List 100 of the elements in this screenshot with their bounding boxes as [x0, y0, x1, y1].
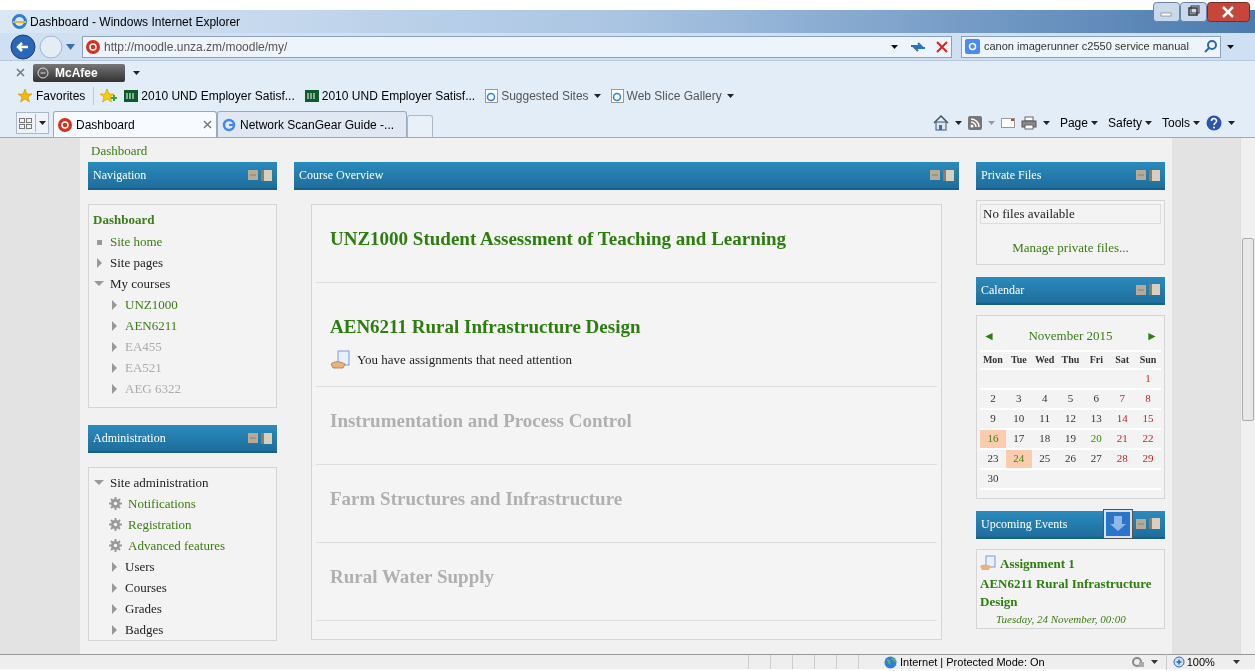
tree-heading-link[interactable]: Dashboard [89, 209, 276, 231]
course-title-link[interactable]: UNZ1000 Student Assessment of Teaching and Learning [330, 225, 937, 254]
calendar-day[interactable]: 20 [1083, 429, 1110, 448]
calendar-day[interactable]: 3 [1005, 389, 1032, 408]
calendar-day[interactable]: 5 [1057, 389, 1084, 408]
add-favorite-icon[interactable] [100, 89, 119, 103]
mail-icon[interactable] [1000, 118, 1015, 128]
tree-item[interactable]: Site pages [110, 252, 164, 273]
dock-icon[interactable] [1149, 169, 1160, 181]
calendar-day[interactable]: 25 [1031, 449, 1058, 468]
browser-tab[interactable]: Dashboard [53, 111, 217, 137]
browser-tab[interactable]: Network ScanGear Guide -... [217, 111, 407, 137]
collapsed-arrow-icon[interactable] [109, 383, 119, 394]
calendar-day[interactable]: 19 [1057, 429, 1084, 448]
calendar-day[interactable]: 10 [1005, 409, 1032, 428]
collapsed-arrow-icon[interactable] [109, 624, 119, 635]
caret-icon[interactable] [954, 121, 962, 125]
caret-icon[interactable] [1227, 44, 1234, 49]
course-link[interactable]: AEN6211 Rural Infrastructure Design [980, 575, 1161, 611]
collapsed-arrow-icon[interactable] [109, 341, 119, 352]
calendar-day[interactable]: 8 [1135, 389, 1161, 408]
calendar-day[interactable]: 30 [980, 469, 1006, 488]
calendar-day[interactable]: 1 [1135, 369, 1161, 388]
tree-item[interactable]: Advanced features [128, 535, 226, 556]
tree-item[interactable]: Registration [128, 514, 192, 535]
calendar-day[interactable]: 28 [1109, 449, 1136, 468]
minimize-icon[interactable] [1153, 2, 1180, 22]
tree-item[interactable]: Site home [110, 231, 163, 252]
dock-icon[interactable] [943, 169, 954, 181]
new-tab-button[interactable] [407, 115, 433, 137]
favorite-link[interactable]: 2010 UND Employer Satisf... [304, 87, 476, 105]
tree-item[interactable]: Courses [125, 577, 167, 598]
calendar-day[interactable]: 15 [1135, 409, 1161, 428]
home-icon[interactable] [932, 115, 949, 131]
search-icon[interactable] [1204, 40, 1217, 53]
tree-item[interactable]: Badges [125, 619, 164, 640]
stop-icon[interactable] [936, 40, 948, 53]
tree-item[interactable]: Notifications [128, 493, 196, 514]
tree-item[interactable]: Users [125, 556, 155, 577]
scrollbar[interactable] [1240, 138, 1255, 654]
collapsed-arrow-icon[interactable] [109, 603, 119, 614]
calendar-day[interactable]: 22 [1135, 429, 1161, 448]
tree-item[interactable]: UNZ1000 [125, 294, 178, 315]
calendar-day[interactable]: 6 [1083, 389, 1110, 408]
menu-button[interactable]: Page [1059, 114, 1098, 132]
event-link[interactable]: Assignment 1 [1000, 553, 1075, 573]
collapsed-arrow-icon[interactable] [109, 362, 119, 373]
dock-icon[interactable] [261, 432, 272, 444]
back-icon[interactable] [10, 33, 36, 60]
calendar-day[interactable]: 2 [980, 389, 1006, 408]
address-bar[interactable]: http://moodle.unza.zm/moodle/my/ [82, 35, 952, 58]
collapsed-arrow-icon[interactable] [94, 257, 104, 268]
quick-tabs-button[interactable] [16, 112, 49, 134]
caret-icon[interactable] [1228, 121, 1235, 125]
calendar-day[interactable]: 11 [1031, 409, 1058, 428]
zoom-button[interactable]: 100% [1165, 653, 1215, 671]
manage-files-link[interactable]: Manage private files... [980, 238, 1161, 258]
dropdown-caret-icon[interactable] [891, 44, 898, 49]
gear-lock-icon[interactable] [1130, 656, 1145, 668]
close-tab-icon[interactable] [203, 120, 212, 129]
expanded-arrow-icon[interactable] [94, 278, 104, 289]
restore-icon[interactable] [1180, 2, 1207, 22]
breadcrumb-link[interactable]: Dashboard [80, 138, 1172, 162]
caret-icon[interactable] [133, 70, 140, 75]
course-title-link[interactable]: AEN6211 Rural Infrastructure Design [330, 313, 937, 342]
calendar-day[interactable]: 27 [1083, 449, 1110, 468]
collapsed-arrow-icon[interactable] [109, 299, 119, 310]
calendar-day[interactable]: 4 [1031, 389, 1058, 408]
calendar-day[interactable]: 18 [1031, 429, 1058, 448]
calendar-day[interactable]: 29 [1135, 449, 1161, 468]
calendar-day[interactable]: 26 [1057, 449, 1084, 468]
print-icon[interactable] [1020, 116, 1037, 130]
search-field[interactable]: canon imagerunner c2550 service manual [961, 35, 1221, 58]
addon-button[interactable]: McAfee [33, 63, 125, 82]
caret-icon[interactable] [1042, 121, 1050, 125]
close-icon[interactable] [1207, 2, 1250, 22]
download-button-icon[interactable] [1103, 508, 1133, 539]
calendar-day[interactable]: 14 [1109, 409, 1136, 428]
menu-button[interactable]: Tools [1162, 114, 1200, 132]
tree-item[interactable]: My courses [110, 273, 171, 294]
menu-button[interactable]: Safety [1107, 114, 1152, 132]
calendar-day[interactable]: 7 [1109, 389, 1136, 408]
calendar-day[interactable]: 23 [980, 449, 1006, 468]
collapse-icon[interactable] [1136, 518, 1146, 529]
tree-item[interactable]: AEN6211 [125, 315, 178, 336]
tree-item[interactable]: Grades [125, 598, 162, 619]
collapsed-arrow-icon[interactable] [109, 561, 119, 572]
collapse-icon[interactable] [1136, 284, 1146, 295]
collapsed-arrow-icon[interactable] [109, 582, 119, 593]
scrollbar-thumb[interactable] [1242, 238, 1254, 421]
dock-icon[interactable] [261, 169, 272, 181]
calendar-day[interactable]: 21 [1109, 429, 1136, 448]
calendar-day[interactable]: 17 [1005, 429, 1032, 448]
favorite-link[interactable]: Suggested Sites [485, 87, 601, 105]
calendar-day[interactable]: 13 [1083, 409, 1110, 428]
calendar-day[interactable]: 12 [1057, 409, 1084, 428]
caret-icon[interactable] [1150, 660, 1158, 664]
expanded-arrow-icon[interactable] [94, 477, 104, 488]
dock-icon[interactable] [1149, 284, 1160, 295]
tree-item[interactable]: Site administration [110, 472, 209, 493]
